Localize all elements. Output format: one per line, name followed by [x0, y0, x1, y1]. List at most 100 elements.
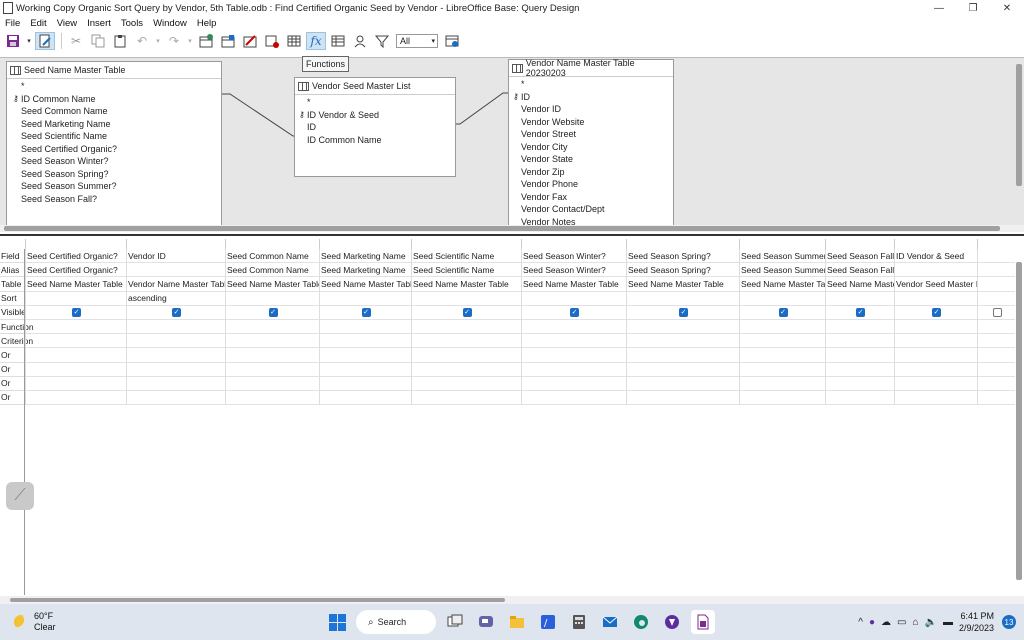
maximize-button[interactable]: ❐: [956, 0, 990, 16]
scrollbar-thumb[interactable]: [4, 226, 1000, 231]
visible-checkbox[interactable]: ✓: [268, 307, 278, 317]
switch-design-view-icon[interactable]: [240, 32, 260, 50]
display-icon[interactable]: ▭: [897, 617, 906, 628]
column-handle[interactable]: [825, 239, 894, 249]
table-name-icon[interactable]: [328, 32, 348, 50]
distinct-values-icon[interactable]: [372, 32, 392, 50]
grid-cell-alias[interactable]: Seed Marketing Name: [320, 263, 411, 278]
close-button[interactable]: ✕: [990, 0, 1024, 16]
field-item[interactable]: Vendor Fax: [511, 191, 673, 204]
visible-checkbox[interactable]: ✓: [856, 307, 865, 317]
column-handle[interactable]: [411, 239, 521, 249]
table-window-title[interactable]: Seed Name Master Table: [7, 62, 221, 78]
grid-cell-criterion[interactable]: [226, 334, 319, 349]
grid-cell-or[interactable]: [127, 377, 225, 391]
scrollbar-thumb[interactable]: [10, 598, 505, 602]
grid-cell-function[interactable]: [26, 320, 126, 335]
visible-checkbox[interactable]: ✓: [462, 307, 472, 317]
grid-cell-sort[interactable]: [226, 292, 319, 306]
grid-cell-alias[interactable]: [978, 263, 1015, 278]
visible-checkbox[interactable]: ✓: [932, 307, 941, 317]
copy-icon[interactable]: [88, 32, 108, 50]
grid-cell-alias[interactable]: [127, 263, 225, 278]
grid-cell-or[interactable]: [740, 363, 825, 377]
grid-cell-or[interactable]: [895, 377, 977, 391]
sql-view-icon[interactable]: [442, 32, 462, 50]
grid-cell-sort[interactable]: [320, 292, 411, 306]
grid-cell-table[interactable]: Seed Name Master Table: [226, 277, 319, 292]
grid-cell-sort[interactable]: [627, 292, 739, 306]
grid-cell-table[interactable]: Vendor Name Master Table: [127, 277, 225, 292]
weather-widget[interactable]: 60°F Clear: [14, 611, 56, 633]
menu-view[interactable]: View: [52, 18, 82, 29]
field-item[interactable]: Seed Scientific Name: [11, 130, 221, 143]
grid-cell-field[interactable]: Seed Season Fall?: [826, 249, 894, 264]
grid-cell-sort[interactable]: [895, 292, 977, 306]
field-item[interactable]: Vendor Zip: [511, 166, 673, 179]
grid-cell-function[interactable]: [826, 320, 894, 335]
task-view-icon[interactable]: [443, 610, 467, 634]
grid-cell-table[interactable]: Vendor Seed Master List: [895, 277, 977, 292]
calculator-icon[interactable]: [567, 610, 591, 634]
column-handle[interactable]: [977, 239, 1015, 249]
functions-icon[interactable]: fx: [306, 32, 326, 50]
grid-cell-function[interactable]: [127, 320, 225, 335]
grid-cell-alias[interactable]: Seed Season Summer?: [740, 263, 825, 278]
proton-vpn-icon[interactable]: [660, 610, 684, 634]
notification-badge[interactable]: 13: [1002, 615, 1016, 629]
grid-cell-or[interactable]: [127, 363, 225, 377]
grid-cell-criterion[interactable]: [740, 334, 825, 349]
grid-cell-alias[interactable]: Seed Common Name: [226, 263, 319, 278]
add-table-icon[interactable]: [262, 32, 282, 50]
grid-horizontal-scrollbar[interactable]: [0, 596, 1024, 604]
grid-cell-or[interactable]: [978, 363, 1015, 377]
paste-icon[interactable]: [110, 32, 130, 50]
grid-cell-or[interactable]: [320, 348, 411, 363]
chevron-up-icon[interactable]: ^: [858, 617, 863, 628]
menu-window[interactable]: Window: [148, 18, 192, 29]
grid-cell-or[interactable]: [26, 377, 126, 391]
table-window-title[interactable]: Vendor Name Master Table 20230203: [509, 58, 673, 78]
table-grid-icon[interactable]: [284, 32, 304, 50]
grid-cell-function[interactable]: [978, 320, 1015, 335]
grid-cell-or[interactable]: [978, 377, 1015, 391]
mail-icon[interactable]: [598, 610, 622, 634]
column-handle[interactable]: [894, 239, 977, 249]
grid-cell-field[interactable]: Seed Certified Organic?: [26, 249, 126, 264]
field-item[interactable]: Seed Certified Organic?: [11, 143, 221, 156]
grid-cell-criterion[interactable]: [895, 334, 977, 349]
grid-vertical-scrollbar[interactable]: [1016, 262, 1022, 580]
grid-cell-or[interactable]: [978, 348, 1015, 363]
network-icon[interactable]: ⌂: [912, 617, 918, 628]
grid-cell-function[interactable]: [412, 320, 521, 335]
tray-app-icon[interactable]: ●: [869, 617, 875, 628]
grid-cell-or[interactable]: [127, 391, 225, 406]
grid-cell-or[interactable]: [978, 391, 1015, 406]
grid-cell-or[interactable]: [127, 348, 225, 363]
field-item[interactable]: Seed Season Summer?: [11, 180, 221, 193]
grid-cell-field[interactable]: [978, 249, 1015, 264]
libreoffice-base-icon[interactable]: [691, 610, 715, 634]
save-icon[interactable]: [3, 32, 23, 50]
undo-dropdown-icon[interactable]: ▾: [154, 32, 162, 50]
grid-cell-sort[interactable]: [412, 292, 521, 306]
grid-cell-or[interactable]: [627, 377, 739, 391]
grid-cell-or[interactable]: [895, 391, 977, 406]
visible-checkbox[interactable]: ✓: [172, 307, 181, 317]
grid-cell-or[interactable]: [320, 391, 411, 406]
visible-checkbox[interactable]: ✓: [679, 307, 688, 317]
field-item[interactable]: *: [11, 80, 221, 93]
grid-cell-or[interactable]: [226, 377, 319, 391]
grid-cell-field[interactable]: Seed Season Summer?: [740, 249, 825, 264]
grid-cell-or[interactable]: [320, 363, 411, 377]
save-dropdown-icon[interactable]: ▾: [25, 32, 33, 50]
grid-cell-function[interactable]: [895, 320, 977, 335]
column-handle[interactable]: [521, 239, 626, 249]
field-item[interactable]: Seed Season Fall?: [11, 193, 221, 206]
grid-cell-or[interactable]: [826, 377, 894, 391]
grid-cell-field[interactable]: Seed Season Spring?: [627, 249, 739, 264]
design-area-vertical-scrollbar[interactable]: [1016, 64, 1022, 186]
grid-cell-or[interactable]: [826, 363, 894, 377]
visible-checkbox[interactable]: [992, 307, 1002, 317]
visible-checkbox[interactable]: ✓: [361, 307, 371, 317]
